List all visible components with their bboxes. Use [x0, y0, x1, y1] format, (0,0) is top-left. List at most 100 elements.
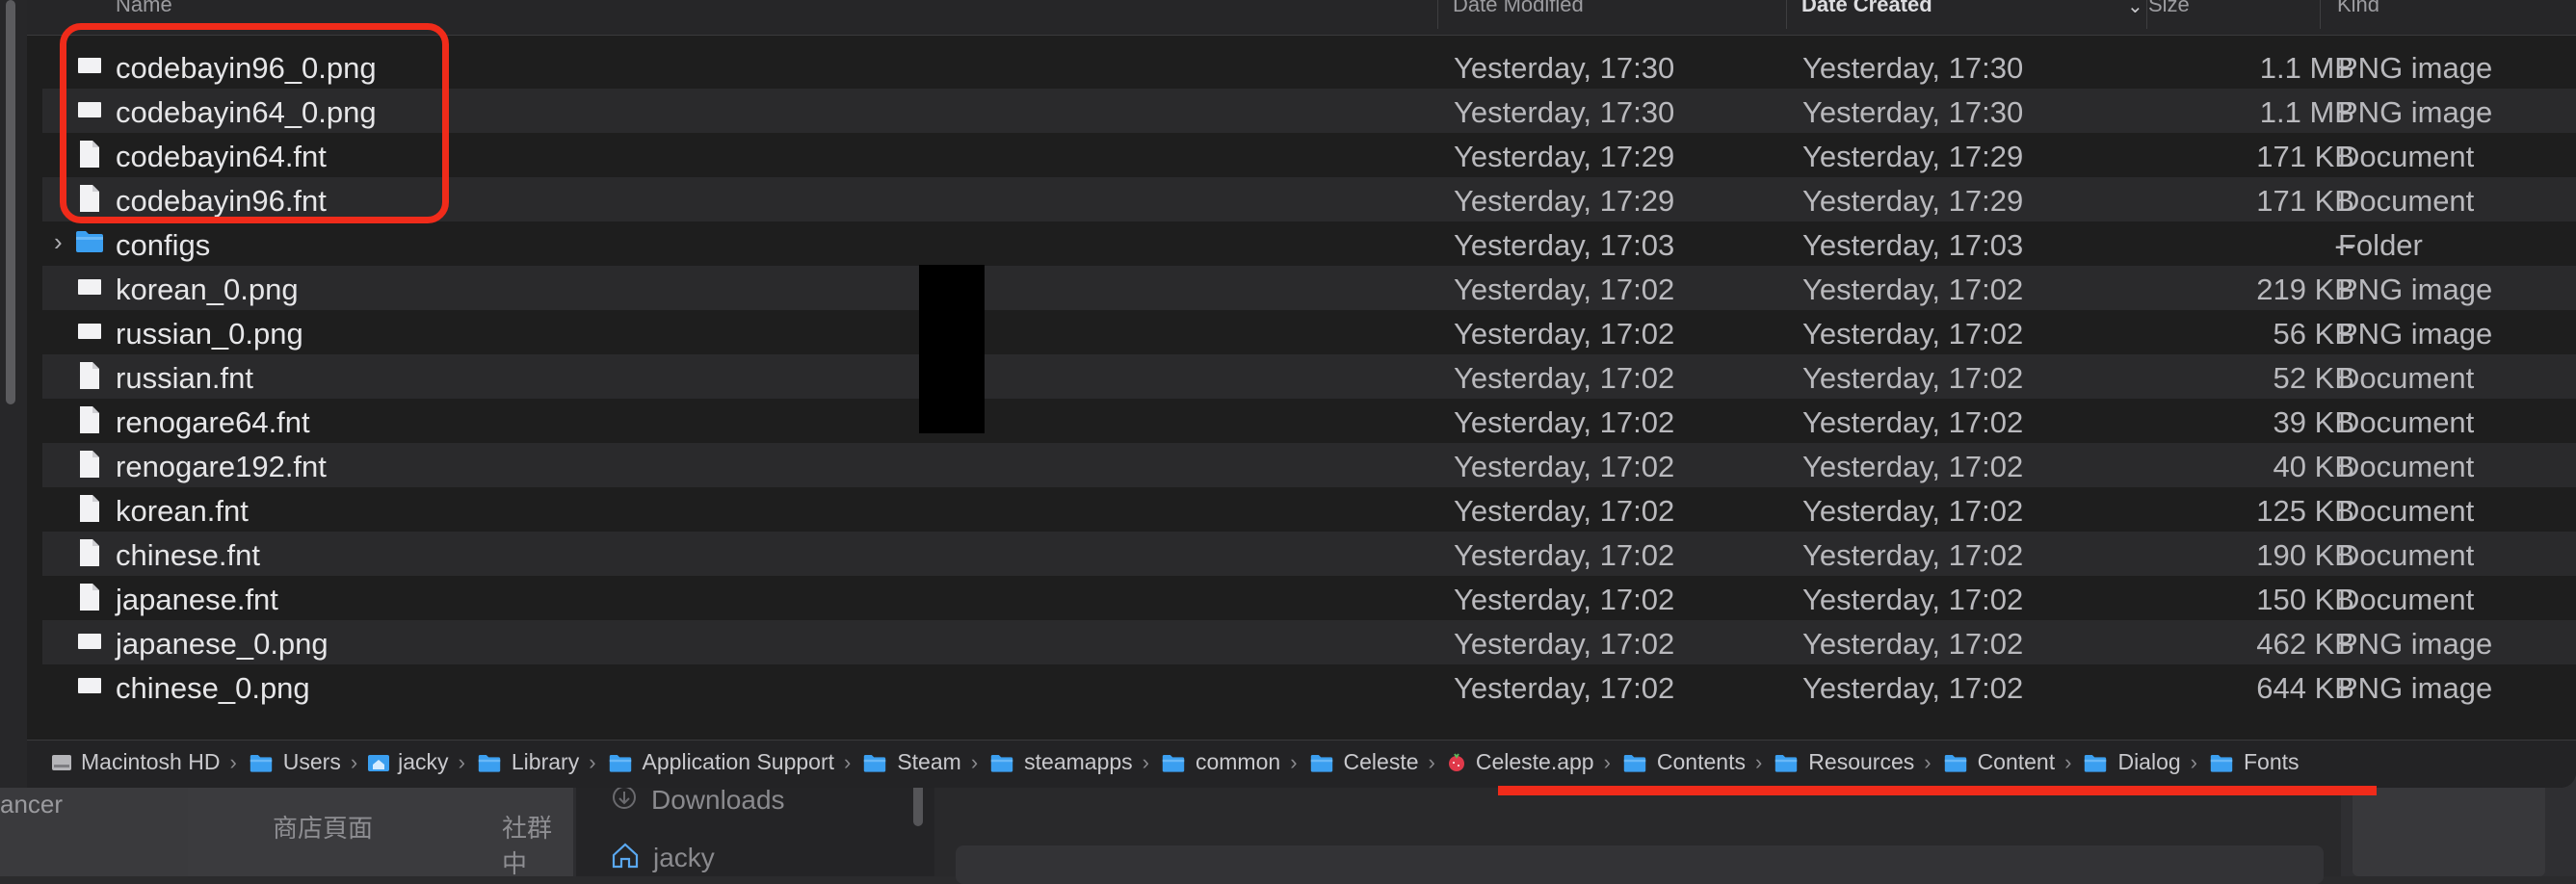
- chevron-right-icon: ›: [229, 749, 237, 774]
- file-name: japanese_0.png: [116, 627, 329, 661]
- disclosure-triangle-icon[interactable]: ›: [54, 227, 63, 257]
- downloads-icon: [611, 784, 638, 818]
- date-modified: Yesterday, 17:30: [1454, 95, 1675, 129]
- file-name: renogare64.fnt: [116, 405, 310, 439]
- chevron-right-icon: ›: [1142, 749, 1149, 774]
- date-modified: Yesterday, 17:02: [1454, 317, 1675, 351]
- file-row[interactable]: chinese_0.png Yesterday, 17:02 Yesterday, …: [42, 664, 2576, 709]
- breadcrumb-item[interactable]: Macintosh HD: [50, 749, 220, 775]
- file-row[interactable]: renogare64.fnt Yesterday, 17:02 Yesterday,…: [42, 399, 2576, 443]
- breadcrumb-label: Contents: [1656, 749, 1746, 774]
- folder-icon: [1162, 752, 1185, 772]
- column-date-modified[interactable]: Date Modified: [1453, 0, 1584, 21]
- file-size: 190 KB: [2256, 538, 2354, 572]
- date-created: Yesterday, 17:02: [1802, 627, 2024, 661]
- background-tab-store[interactable]: 商店頁面: [273, 809, 373, 845]
- app-icon: [1445, 752, 1468, 773]
- breadcrumb-item[interactable]: Application Support: [606, 749, 834, 775]
- column-name[interactable]: Name: [116, 0, 172, 21]
- finder-window: Name Date Modified Date Created ⌄ Size K…: [0, 0, 2576, 788]
- breadcrumb-item[interactable]: Dialog: [2081, 749, 2181, 775]
- date-created: Yesterday, 17:02: [1802, 671, 2024, 705]
- file-row[interactable]: russian.fnt Yesterday, 17:02 Yesterday, 17…: [42, 354, 2576, 399]
- file-size: 1.1 MB: [2259, 51, 2354, 85]
- date-created: Yesterday, 17:03: [1802, 228, 2024, 262]
- breadcrumb-label: Library: [511, 749, 580, 774]
- file-name: korean.fnt: [116, 494, 249, 528]
- file-size: 56 KB: [2273, 317, 2354, 351]
- date-modified: Yesterday, 17:29: [1454, 140, 1675, 173]
- file-kind: Document: [2338, 140, 2475, 173]
- column-kind[interactable]: Kind: [2337, 0, 2379, 21]
- chevron-right-icon: ›: [1290, 749, 1298, 774]
- vertical-scrollbar[interactable]: [6, 0, 15, 404]
- file-name: korean_0.png: [116, 273, 299, 306]
- breadcrumb-item[interactable]: Resources: [1772, 749, 1914, 775]
- breadcrumb-item[interactable]: Library: [475, 749, 579, 775]
- file-name: japanese.fnt: [116, 583, 278, 616]
- breadcrumb-label: Celeste.app: [1475, 749, 1594, 774]
- document-icon: [77, 538, 102, 567]
- date-modified: Yesterday, 17:02: [1454, 494, 1675, 528]
- date-created: Yesterday, 17:02: [1802, 583, 2024, 616]
- date-modified: Yesterday, 17:02: [1454, 361, 1675, 395]
- file-size: --: [2334, 228, 2354, 262]
- date-modified: Yesterday, 17:29: [1454, 184, 1675, 218]
- file-kind: Document: [2338, 494, 2475, 528]
- home-icon: [611, 842, 640, 875]
- breadcrumb-item[interactable]: jacky: [367, 749, 449, 775]
- file-row[interactable]: korean_0.png Yesterday, 17:02 Yesterday, 1…: [42, 266, 2576, 310]
- file-kind: PNG image: [2338, 627, 2493, 661]
- file-kind: Document: [2338, 450, 2475, 483]
- breadcrumb-item[interactable]: Content: [1941, 749, 2055, 775]
- breadcrumb-label: Fonts: [2244, 749, 2300, 774]
- file-size: 39 KB: [2273, 405, 2354, 439]
- breadcrumb-item[interactable]: Contents: [1620, 749, 1746, 775]
- file-row[interactable]: › configs Yesterday, 17:03 Yesterday, 17:03…: [42, 221, 2576, 266]
- date-created: Yesterday, 17:29: [1802, 140, 2024, 173]
- date-modified: Yesterday, 17:02: [1454, 583, 1675, 616]
- breadcrumb-label: Application Support: [642, 749, 834, 774]
- folder-icon: [1944, 752, 1967, 772]
- folder-icon: [863, 752, 886, 772]
- file-size: 150 KB: [2256, 583, 2354, 616]
- document-icon: [77, 450, 102, 479]
- chevron-down-icon[interactable]: ⌄: [2127, 0, 2143, 18]
- date-modified: Yesterday, 17:02: [1454, 627, 1675, 661]
- file-size: 462 KB: [2256, 627, 2354, 661]
- date-created: Yesterday, 17:02: [1802, 450, 2024, 483]
- breadcrumb-item[interactable]: Fonts: [2207, 749, 2300, 775]
- file-kind: Document: [2338, 361, 2475, 395]
- file-row[interactable]: russian_0.png Yesterday, 17:02 Yesterday, …: [42, 310, 2576, 354]
- date-modified: Yesterday, 17:02: [1454, 405, 1675, 439]
- chevron-right-icon: ›: [970, 749, 979, 774]
- column-date-created[interactable]: Date Created: [1801, 0, 1932, 21]
- file-row[interactable]: chinese.fnt Yesterday, 17:02 Yesterday, 17…: [42, 532, 2576, 576]
- file-name: russian_0.png: [116, 317, 303, 351]
- breadcrumb-item[interactable]: steamapps: [987, 749, 1133, 775]
- breadcrumb-item[interactable]: Users: [247, 749, 341, 775]
- folder-icon: [609, 752, 632, 772]
- file-size: 219 KB: [2256, 273, 2354, 306]
- background-tab-community[interactable]: 社群中: [502, 809, 573, 880]
- column-size[interactable]: Size: [2148, 0, 2190, 21]
- breadcrumb-item[interactable]: Steam: [860, 749, 961, 775]
- file-row[interactable]: japanese.fnt Yesterday, 17:02 Yesterday, 1…: [42, 576, 2576, 620]
- chevron-right-icon: ›: [1428, 749, 1435, 774]
- document-icon: [77, 494, 102, 523]
- chevron-right-icon: ›: [2064, 749, 2072, 774]
- chevron-right-icon: ›: [589, 749, 596, 774]
- file-kind: Document: [2338, 184, 2475, 218]
- breadcrumb-item[interactable]: common: [1159, 749, 1280, 775]
- file-row[interactable]: japanese_0.png Yesterday, 17:02 Yesterday,…: [42, 620, 2576, 664]
- folder-icon: [1774, 752, 1798, 772]
- png-file-icon: [77, 273, 102, 301]
- file-row[interactable]: renogare192.fnt Yesterday, 17:02 Yesterday…: [42, 443, 2576, 487]
- document-icon: [77, 583, 102, 611]
- breadcrumb-item[interactable]: Celeste: [1307, 749, 1419, 775]
- file-name: configs: [116, 228, 211, 262]
- path-bar: Macintosh HD › Users › jacky › Library › Applica…: [27, 740, 2576, 788]
- file-row[interactable]: korean.fnt Yesterday, 17:02 Yesterday, 17:…: [42, 487, 2576, 532]
- folder-icon: [2210, 752, 2233, 772]
- breadcrumb-item[interactable]: Celeste.app: [1445, 749, 1594, 775]
